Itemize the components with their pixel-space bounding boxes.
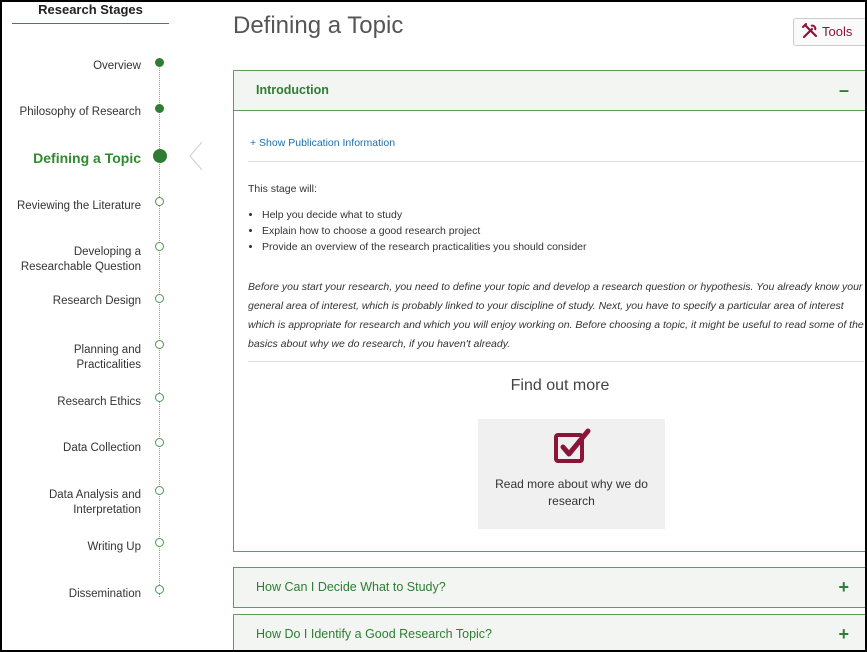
stage-upcoming-dot <box>155 486 164 495</box>
checkbox-checked-icon <box>553 428 590 463</box>
stage-label-line: Developing a <box>73 246 141 258</box>
stage-data-collection[interactable]: Data Collection <box>2 441 141 456</box>
introduction-paragraph: Before you start your research, you need… <box>248 281 864 350</box>
tools-button[interactable]: Tools <box>793 18 865 46</box>
sidebar-title: Research Stages <box>12 2 169 24</box>
section-decide-what-to-study[interactable]: How Can I Decide What to Study? + <box>233 567 865 608</box>
research-stages-sidebar: Research Stages Overview Philosophy of R… <box>2 2 203 650</box>
page-title: Defining a Topic <box>233 12 404 39</box>
section-heading: How Do I Identify a Good Research Topic? <box>256 627 493 641</box>
stage-goals-list: Help you decide what to study Explain ho… <box>248 207 587 255</box>
page-frame: Research Stages Overview Philosophy of R… <box>0 0 867 652</box>
stage-label-line: Researchable Question <box>20 261 141 273</box>
card-text: Read more about why we do research <box>495 477 648 508</box>
stage-philosophy-of-research[interactable]: Philosophy of Research <box>2 105 141 120</box>
stage-data-analysis-and-interpretation[interactable]: Data Analysis and Interpretation <box>2 488 141 518</box>
list-item: Explain how to choose a good research pr… <box>262 223 587 239</box>
introduction-heading: Introduction <box>256 83 329 97</box>
introduction-panel: Introduction – + Show Publication Inform… <box>233 70 865 552</box>
stage-overview[interactable]: Overview <box>2 59 141 74</box>
timeline-line <box>159 62 160 597</box>
list-item: Provide an overview of the research prac… <box>262 239 587 255</box>
tools-icon <box>802 23 818 39</box>
why-we-do-research-card[interactable]: Read more about why we do research <box>478 419 665 529</box>
divider <box>248 161 864 162</box>
section-heading: How Can I Decide What to Study? <box>256 580 446 594</box>
stage-developing-a-researchable-question[interactable]: Developing a Researchable Question <box>2 245 141 275</box>
stage-dissemination[interactable]: Dissemination <box>2 587 141 602</box>
stage-label-line: Planning and <box>73 344 141 356</box>
show-publication-link[interactable]: + Show Publication Information <box>250 137 395 149</box>
stage-upcoming-dot <box>155 294 164 303</box>
stage-defining-a-topic[interactable]: Defining a Topic <box>2 149 141 167</box>
list-item: Help you decide what to study <box>262 207 587 223</box>
collapse-toggle[interactable]: – <box>839 71 849 109</box>
stage-reviewing-the-literature[interactable]: Reviewing the Literature <box>2 199 141 214</box>
expand-toggle[interactable]: + <box>838 568 849 606</box>
stage-completed-dot <box>155 58 164 67</box>
stage-label-line: Data Analysis and <box>48 489 141 501</box>
expand-toggle[interactable]: + <box>838 615 849 650</box>
stage-upcoming-dot <box>155 197 164 206</box>
stage-upcoming-dot <box>155 393 164 402</box>
stage-label-line: Practicalities <box>76 359 141 371</box>
stage-upcoming-dot <box>155 438 164 447</box>
stage-upcoming-dot <box>155 585 164 594</box>
section-header[interactable]: How Do I Identify a Good Research Topic?… <box>234 615 865 650</box>
divider <box>248 361 864 362</box>
section-header[interactable]: How Can I Decide What to Study? + <box>234 568 865 607</box>
stage-planning-and-practicalities[interactable]: Planning and Practicalities <box>2 343 141 373</box>
stage-research-design[interactable]: Research Design <box>2 294 141 309</box>
stage-research-ethics[interactable]: Research Ethics <box>2 395 141 410</box>
stage-upcoming-dot <box>155 538 164 547</box>
introduction-body: + Show Publication Information This stag… <box>234 110 865 551</box>
find-out-more-heading: Find out more <box>510 377 610 394</box>
stage-upcoming-dot <box>155 340 164 349</box>
active-stage-pointer-icon <box>189 142 203 171</box>
stage-writing-up[interactable]: Writing Up <box>2 540 141 555</box>
stage-active-dot <box>153 149 167 163</box>
stage-label-line: Interpretation <box>73 504 141 516</box>
tools-label: Tools <box>822 24 853 39</box>
stage-completed-dot <box>155 104 164 113</box>
stage-will-label: This stage will: <box>248 183 317 195</box>
section-identify-good-topic[interactable]: How Do I Identify a Good Research Topic?… <box>233 614 865 650</box>
introduction-header[interactable]: Introduction – <box>234 71 865 110</box>
stage-upcoming-dot <box>155 242 164 251</box>
